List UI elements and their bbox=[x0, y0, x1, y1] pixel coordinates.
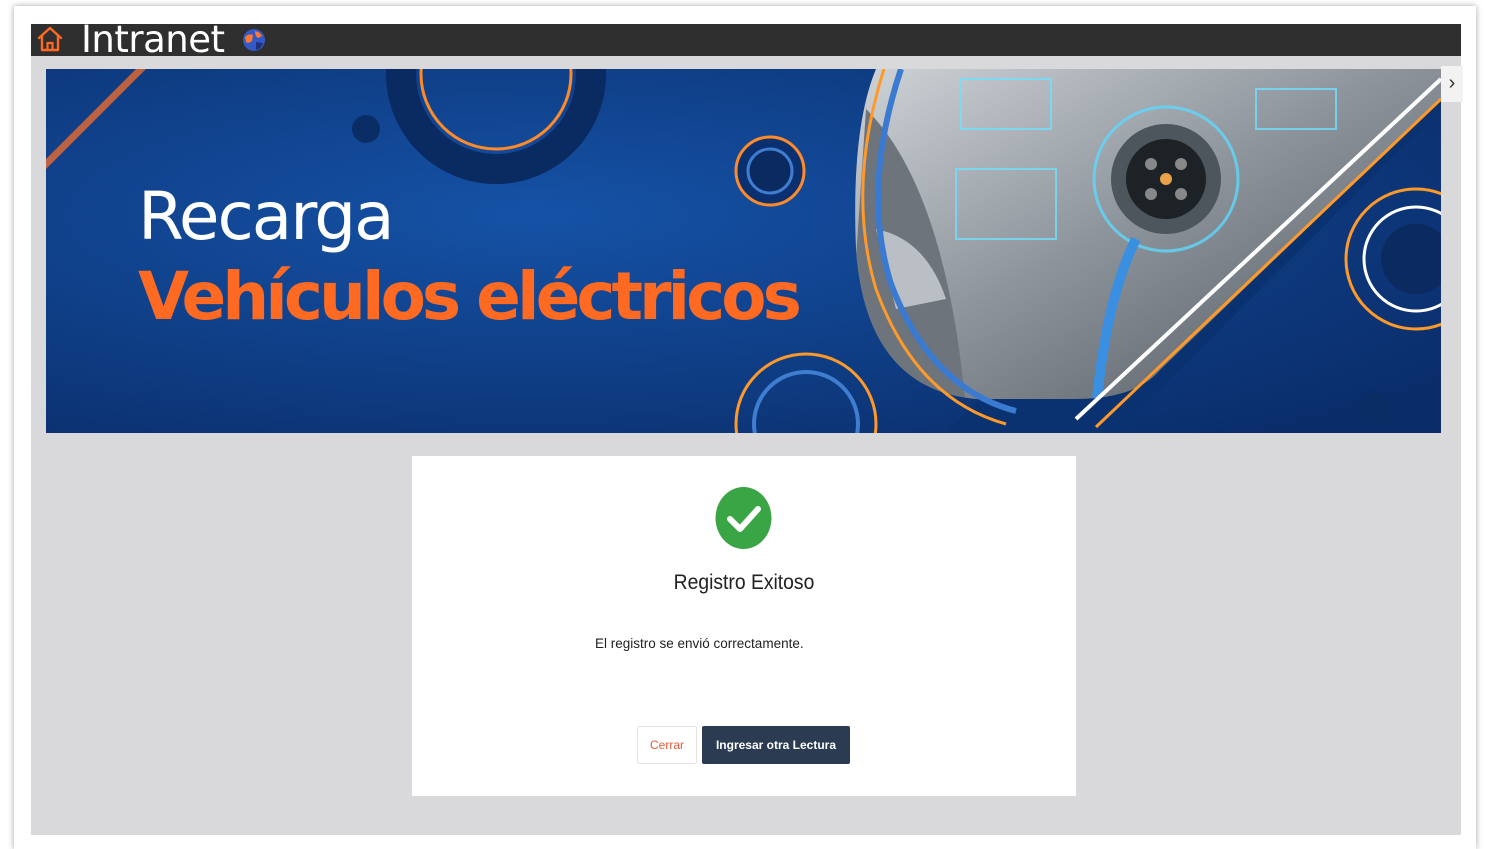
top-bar: Intranet bbox=[31, 18, 1461, 61]
dialog-message: El registro se envió correctamente. bbox=[595, 636, 804, 651]
check-circle-icon bbox=[715, 487, 772, 549]
dialog-title: Registro Exitoso bbox=[673, 571, 815, 594]
hero-banner: Recarga Vehículos eléctricos bbox=[46, 69, 1441, 433]
chevron-right-icon[interactable]: › bbox=[1441, 66, 1463, 102]
success-dialog: Registro Exitoso El registro se envió co… bbox=[412, 456, 1076, 796]
enter-another-reading-button[interactable]: Ingresar otra Lectura bbox=[702, 726, 850, 764]
banner-title-line1: Recarga bbox=[138, 178, 395, 255]
close-button[interactable]: Cerrar bbox=[637, 726, 697, 764]
home-icon[interactable] bbox=[35, 24, 65, 54]
globe-icon bbox=[243, 29, 265, 51]
banner-title-line2: Vehículos eléctricos bbox=[138, 258, 802, 335]
